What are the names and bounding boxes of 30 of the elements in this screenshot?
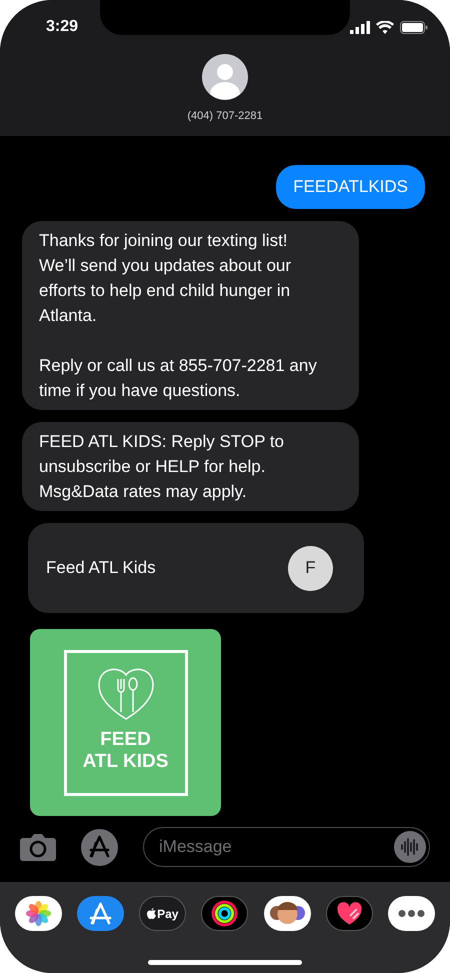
logo-text: FEED [100,728,151,750]
received-message-bubble[interactable]: Thanks for joining our texting list! We’ll send you updates about our efforts to help end child hunger in Atlanta. Reply or call us at 855-707-2281 any time if you have questions. [22,221,359,410]
received-message-bubble[interactable]: FEED ATL KIDS: Reply STOP to unsubscribe or HELP for help. Msg&Data rates may apply. [22,422,359,511]
logo-text: ATL KIDS [82,750,168,772]
voice-icon[interactable] [394,831,426,863]
avatar-icon[interactable] [202,54,248,100]
contact-card[interactable]: Feed ATL Kids F [28,523,364,613]
contact-initial-avatar: F [288,546,333,590]
photos-app-icon[interactable] [15,896,62,931]
pay-label: Pay [157,906,178,922]
apple-icon [147,908,156,919]
message-text: Reply or call us at 855-707-2281 any time if you have questions. [39,355,318,402]
figures-icon[interactable] [264,896,311,931]
status-time: 3:29 [46,17,78,37]
message-text: Thanks for joining our texting list! We’ll send you updates about our efforts to help end child hunger in Atlanta. [39,230,292,327]
camera-icon[interactable] [20,833,56,861]
app-store-app-icon[interactable] [77,896,124,931]
activity-rings-icon[interactable] [201,896,248,931]
wifi-icon [376,20,394,34]
signal-icon [350,20,370,34]
battery-icon [400,20,428,34]
message-text: FEED ATL KIDS: Reply STOP to unsubscribe or HELP for help. Msg&Data rates may apply. [39,431,286,503]
apple-pay-button[interactable]: Pay [139,896,186,931]
contact-card-name: Feed ATL Kids [46,557,156,580]
app-store-icon[interactable] [81,828,118,866]
message-input[interactable]: iMessage [143,827,430,867]
heart-app-icon[interactable] [326,896,373,931]
more-icon[interactable] [388,896,435,931]
sent-message-bubble[interactable]: FEEDATLKIDS [276,165,425,209]
contact-number[interactable]: (404) 707-2281 [187,108,263,124]
